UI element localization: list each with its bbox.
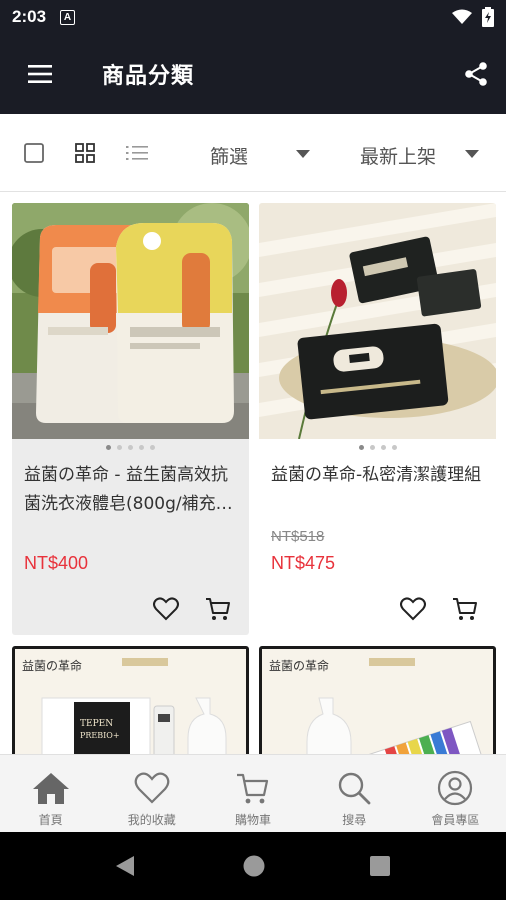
- product-grid: 益菌の革命 - 益生菌高效抗菌洗衣液體皂(800g/補充… NT$400 益菌の…: [0, 192, 506, 754]
- heart-icon: [400, 597, 426, 621]
- product-name[interactable]: 益菌の革命 - 益生菌高效抗菌洗衣液體皂(800g/補充…: [24, 461, 240, 519]
- filter-toolbar: 篩選 最新上架: [0, 114, 506, 192]
- pager-dot: [106, 445, 111, 450]
- add-to-cart-button[interactable]: [204, 595, 232, 623]
- home-circle-icon[interactable]: [242, 854, 266, 878]
- image-pager: [12, 445, 249, 450]
- product-price: NT$475: [271, 553, 336, 573]
- pager-dot: [380, 445, 386, 450]
- nav-label: 搜尋: [342, 813, 367, 827]
- sort-dropdown[interactable]: 最新上架: [360, 142, 436, 169]
- cart-icon: [237, 773, 269, 804]
- product-card[interactable]: 益菌の革命: [259, 646, 496, 754]
- pager-dot: [369, 445, 375, 450]
- image-pager: [259, 445, 496, 450]
- list-view-button[interactable]: [124, 140, 150, 166]
- heart-icon: [134, 772, 170, 804]
- nav-item-home[interactable]: 首頁: [0, 755, 101, 832]
- share-button[interactable]: [446, 34, 506, 114]
- product-image[interactable]: [12, 203, 249, 439]
- brand-logo-text: 益菌の革命: [269, 658, 329, 673]
- favorite-button[interactable]: [152, 595, 180, 623]
- heart-icon: [153, 597, 179, 621]
- favorite-button[interactable]: [399, 595, 427, 623]
- bottom-navigation: 首頁 我的收藏 購物車 搜尋 會員專區: [0, 754, 506, 832]
- box-text: TEPEN: [80, 719, 113, 729]
- product-image[interactable]: [259, 203, 496, 439]
- app-bar: 商品分類: [0, 34, 506, 114]
- sort-caret-icon: [465, 150, 479, 158]
- search-icon: [339, 772, 371, 805]
- filter-caret-icon: [296, 150, 310, 158]
- nav-label: 購物車: [235, 813, 272, 827]
- list-view-icon: [126, 146, 148, 160]
- brand-logo-text: 益菌の革命: [22, 658, 82, 673]
- pager-dot: [128, 445, 133, 450]
- product-card[interactable]: 益菌の革命 - 益生菌高效抗菌洗衣液體皂(800g/補充… NT$400: [12, 203, 249, 635]
- box-text: PREBIO+: [80, 731, 120, 740]
- battery-icon: [482, 7, 494, 27]
- nav-item-member[interactable]: 會員專區: [405, 755, 506, 832]
- cart-icon: [453, 598, 477, 620]
- grid-view-icon: [75, 143, 95, 163]
- product-image[interactable]: 益菌の革命 TEPEN PREBIO+: [12, 646, 249, 754]
- recents-icon[interactable]: [370, 856, 390, 876]
- nav-label: 首頁: [38, 813, 63, 827]
- product-card[interactable]: 益菌の革命-私密清潔護理組 NT$518 NT$475: [259, 203, 496, 635]
- select-all-checkbox[interactable]: [21, 140, 47, 166]
- checkbox-icon: [24, 143, 44, 163]
- product-name[interactable]: 益菌の革命-私密清潔護理組: [271, 461, 487, 490]
- nav-label: 我的收藏: [127, 813, 176, 827]
- grid-view-button[interactable]: [72, 140, 98, 166]
- pager-dot: [117, 445, 122, 450]
- page-title: 商品分類: [102, 64, 195, 89]
- share-icon: [465, 62, 487, 86]
- user-icon: [438, 770, 473, 806]
- pager-dot: [150, 445, 155, 450]
- cart-icon: [206, 598, 230, 620]
- nav-item-cart[interactable]: 購物車: [202, 755, 303, 832]
- original-price: NT$518: [271, 528, 325, 545]
- home-icon: [32, 773, 69, 804]
- nav-item-favorites[interactable]: 我的收藏: [101, 755, 202, 832]
- menu-button[interactable]: [0, 34, 80, 114]
- nav-label: 會員專區: [431, 813, 480, 827]
- back-icon[interactable]: [114, 854, 136, 878]
- pager-dot: [391, 445, 397, 450]
- product-price: NT$400: [24, 553, 89, 573]
- product-card[interactable]: 益菌の革命 TEPEN PREBIO+: [12, 646, 249, 754]
- notification-icon: A: [60, 9, 76, 25]
- system-navigation-bar: [0, 832, 506, 900]
- pager-dot: [358, 445, 364, 450]
- filter-dropdown[interactable]: 篩選: [210, 142, 248, 169]
- add-to-cart-button[interactable]: [451, 595, 479, 623]
- product-image[interactable]: 益菌の革命: [259, 646, 496, 754]
- wifi-icon: [452, 9, 472, 24]
- hamburger-icon: [28, 65, 52, 83]
- status-time: 2:03: [12, 7, 47, 26]
- nav-item-search[interactable]: 搜尋: [304, 755, 405, 832]
- pager-dot: [139, 445, 144, 450]
- status-bar: 2:03 A: [0, 0, 506, 34]
